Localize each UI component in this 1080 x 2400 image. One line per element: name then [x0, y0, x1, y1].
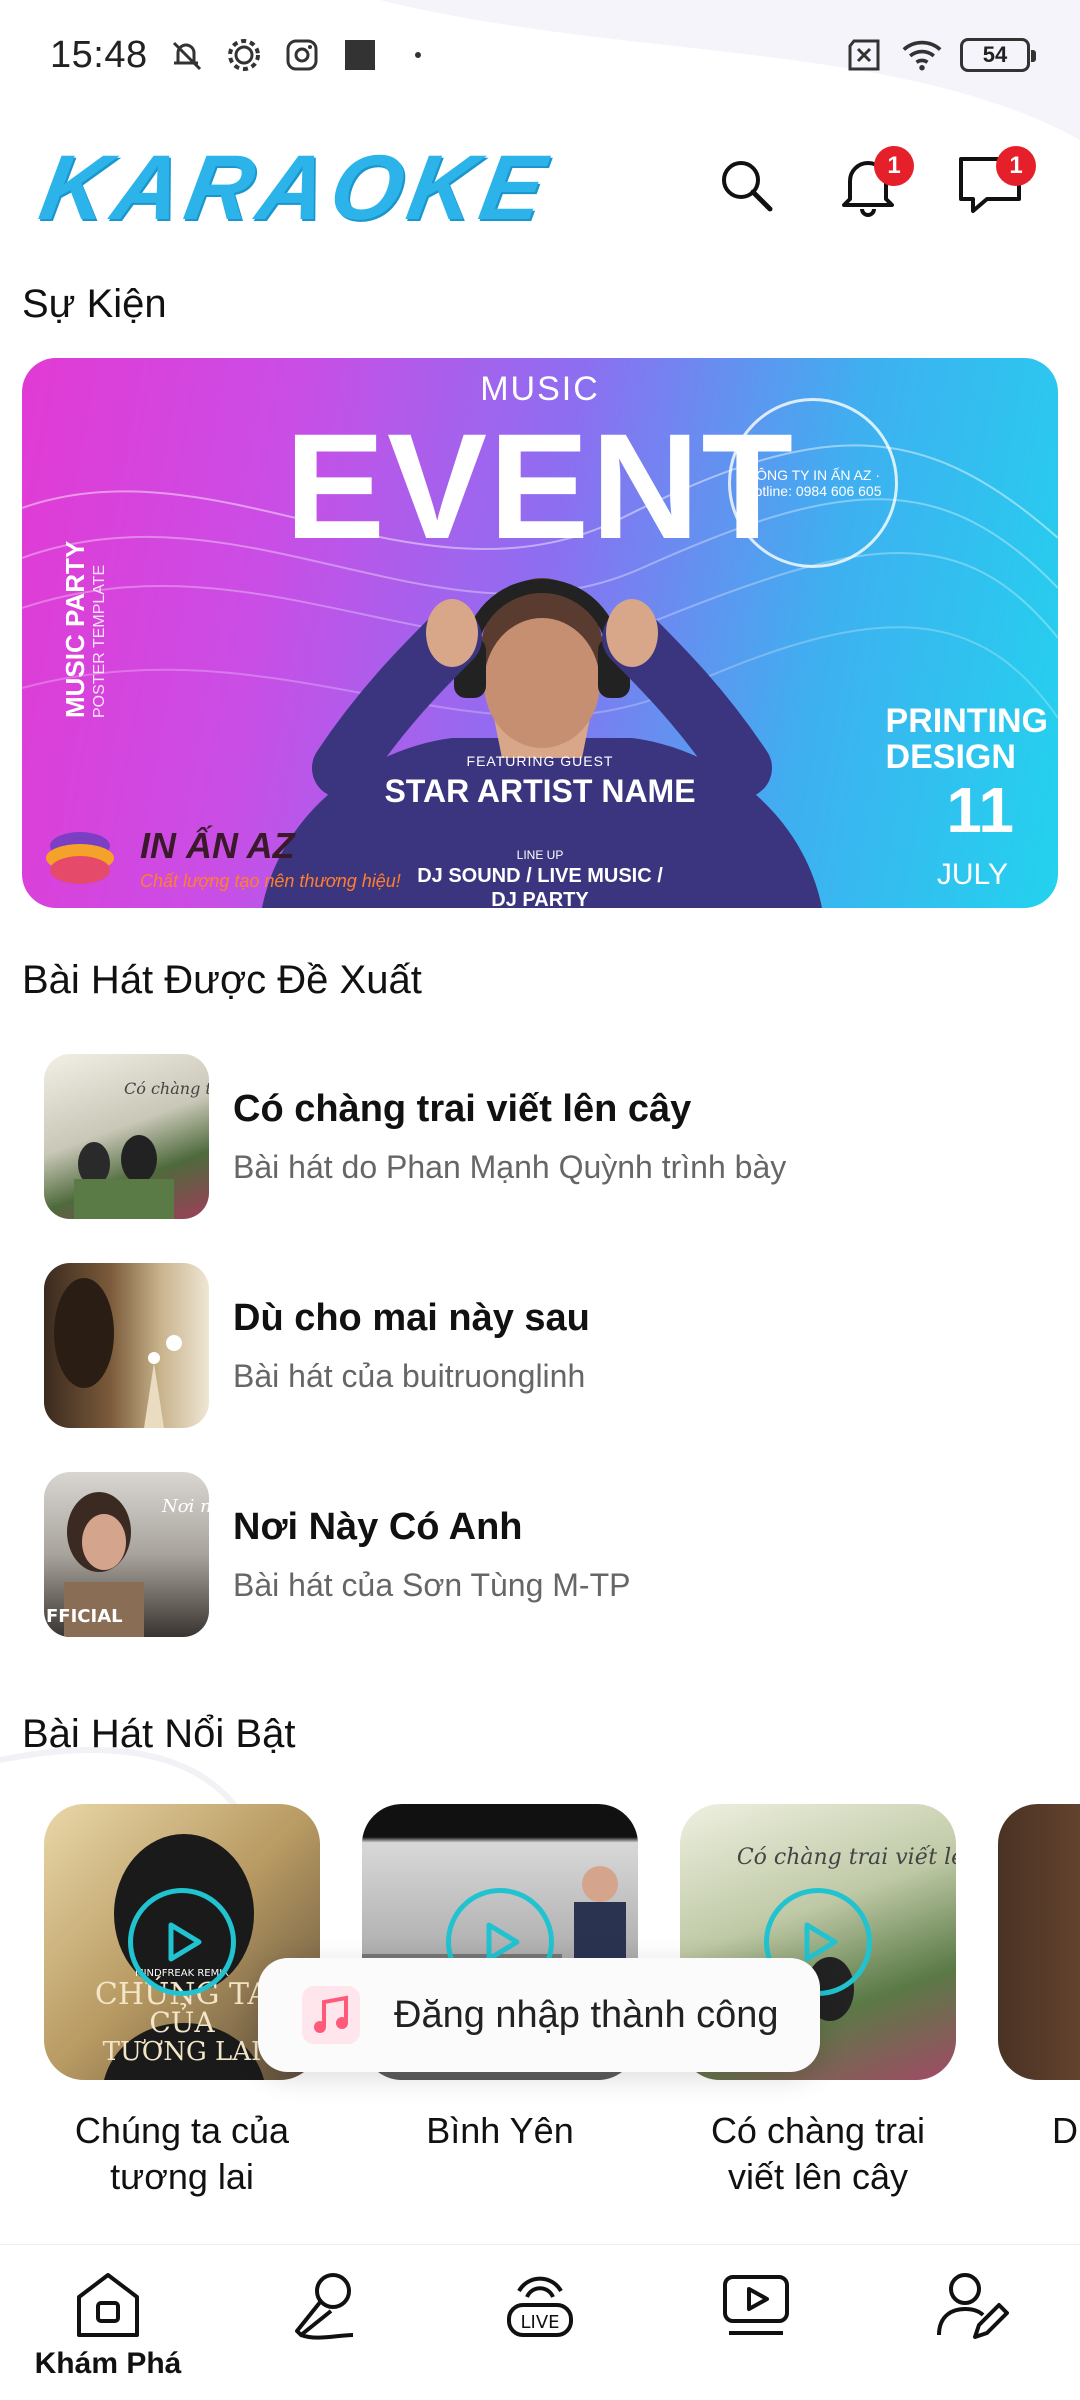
nav-tab-explore[interactable]: Khám Phá [8, 2269, 208, 2381]
notification-badge: 1 [874, 145, 914, 186]
square-icon [340, 35, 380, 75]
thumb-official-text: FFICIAL [46, 1606, 123, 1627]
recommended-song-item[interactable]: Có chàng trai viết lên cây Có chàng trai… [44, 1054, 1044, 1219]
search-icon [716, 155, 776, 220]
event-banner[interactable]: MUSIC EVENT CÔNG TY IN ẤN AZ · Hotline: … [22, 358, 1058, 908]
song-subtitle: Bài hát do Phan Mạnh Quỳnh trình bày [233, 1148, 787, 1185]
banner-brand: IN ẤN AZ Chất lượng tạo nên thương hiệu! [40, 818, 401, 898]
recommended-song-item[interactable]: Nơi này có anh FFICIAL Nơi Này Có Anh Bà… [44, 1472, 1044, 1637]
battery-icon: 54 [960, 38, 1036, 72]
banner-artist: STAR ARTIST NAME [384, 773, 696, 809]
status-bar: 15:48 54 [0, 0, 1080, 110]
nav-tab-karaoke[interactable] [224, 2269, 424, 2343]
song-title: Nơi Này Có Anh [233, 1505, 523, 1548]
song-thumbnail: Nơi này có anh FFICIAL [44, 1472, 209, 1637]
song-title: Có chàng trai viết lên cây [233, 1087, 692, 1130]
thumb-text: Nơi này có anh [161, 1496, 209, 1517]
featured-song-title: Bình Yên [426, 2110, 574, 2151]
banner-side-title: MUSIC PARTY POSTER TEMPLATE [60, 540, 108, 718]
nav-tab-videos[interactable] [656, 2269, 856, 2343]
song-title: Dù cho mai này sau [233, 1296, 590, 1339]
nav-tab-live[interactable]: LIVE [440, 2269, 640, 2343]
sim-off-icon [844, 35, 884, 75]
instagram-icon [282, 35, 322, 75]
song-thumbnail [44, 1263, 209, 1428]
login-success-toast: Đăng nhập thành công [258, 1958, 820, 2072]
microphone-icon [295, 2273, 354, 2340]
brand-logo-icon [46, 832, 114, 884]
app-header: KARAOKE 1 1 [0, 130, 1080, 245]
messages-button[interactable]: 1 [958, 145, 1036, 220]
toast-message: Đăng nhập thành công [394, 1993, 779, 2036]
recommended-song-item[interactable]: Dù cho mai này sau Bài hát của buitruong… [44, 1263, 1044, 1428]
play-icon [168, 1922, 202, 1962]
notifications-button[interactable]: 1 [836, 145, 914, 220]
song-subtitle: Bài hát của Sơn Tùng M-TP [233, 1566, 631, 1603]
wifi-icon [902, 35, 942, 75]
thumb-text: CỦA [149, 2002, 215, 2039]
brand-tagline: Chất lượng tạo nên thương hiệu! [140, 870, 401, 891]
recommended-section-title: Bài Hát Được Đề Xuất [22, 958, 422, 1002]
play-button[interactable] [128, 1888, 236, 1996]
featured-song-card[interactable]: Dù [998, 1804, 1080, 2154]
live-icon: LIVE [507, 2276, 573, 2337]
music-note-icon [302, 1986, 360, 2044]
thumb-text: Có chàng trai viết lên cây [124, 1079, 209, 1098]
nav-tab-profile[interactable] [872, 2269, 1072, 2343]
thumb-text: Có chàng trai viết lên cây [737, 1844, 956, 1870]
featured-section-title: Bài Hát Nổi Bật [22, 1712, 296, 1756]
svg-text:LIVE: LIVE [520, 2312, 559, 2333]
featured-thumbnail [998, 1804, 1080, 2080]
banner-date: 11 [946, 774, 1014, 846]
featured-song-title: Có chàng trai viết lên cây [710, 2110, 926, 2197]
featured-song-title: Dù [1052, 2110, 1080, 2151]
banner-djs: DJ SOUND / LIVE MUSIC / DJ PARTY [417, 865, 663, 908]
mute-icon [166, 35, 206, 75]
events-section-title: Sự Kiện [22, 282, 167, 326]
banner-printing-design: PRINTING DESIGN [885, 702, 1048, 776]
banner-month: JULY [936, 858, 1008, 891]
video-icon [723, 2275, 789, 2335]
gear-icon [224, 35, 264, 75]
message-badge: 1 [996, 145, 1036, 186]
user-edit-icon [937, 2273, 1009, 2339]
search-button[interactable] [714, 156, 778, 220]
karaoke-logo: KARAOKE [18, 133, 577, 242]
song-thumbnail: Có chàng trai viết lên cây [44, 1054, 209, 1219]
home-icon [77, 2273, 139, 2337]
dot-icon [398, 35, 438, 75]
bottom-navigation: Khám Phá LIVE [0, 2244, 1080, 2400]
brand-name: IN ẤN AZ [140, 824, 295, 866]
featured-song-title: Chúng ta của tương lai [74, 2110, 290, 2197]
status-time: 15:48 [50, 33, 148, 76]
nav-label: Khám Phá [34, 2347, 182, 2380]
song-subtitle: Bài hát của buitruonglinh [233, 1357, 586, 1394]
thumb-text: TƯƠNG LAI [103, 2037, 262, 2067]
